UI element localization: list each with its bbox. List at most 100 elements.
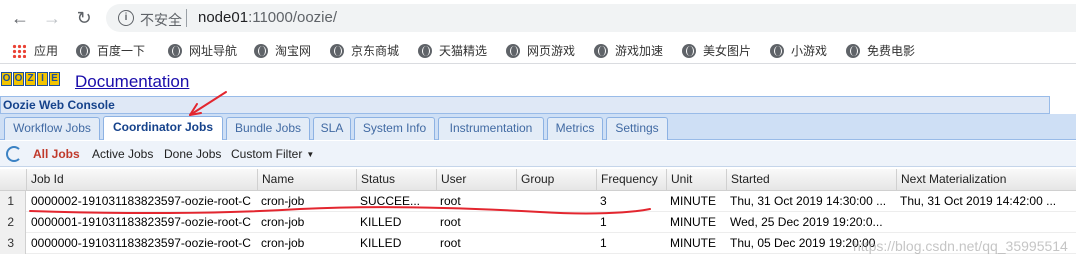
- all-jobs-button[interactable]: All Jobs: [33, 147, 80, 161]
- bookmark-taobao[interactable]: 淘宝网: [254, 42, 311, 59]
- cell-unit: MINUTE: [670, 215, 716, 229]
- tab-workflow-jobs[interactable]: Workflow Jobs: [4, 117, 100, 140]
- cell-unit: MINUTE: [670, 194, 716, 208]
- tab-settings[interactable]: Settings: [606, 117, 668, 140]
- cell-started: Wed, 25 Dec 2019 19:20:0...: [730, 215, 883, 229]
- cell-frequency: 1: [600, 236, 607, 250]
- cell-group: [516, 191, 596, 212]
- column-header-next-materialization[interactable]: Next Materialization: [896, 169, 1076, 191]
- security-label[interactable]: 不安全: [140, 10, 182, 30]
- globe-icon: [168, 44, 182, 58]
- back-arrow-icon[interactable]: ←: [8, 6, 32, 30]
- oozie-logo: O O Z I E: [1, 72, 61, 88]
- bookmark-label: 百度一下: [97, 44, 146, 58]
- column-header-frequency[interactable]: Frequency: [596, 169, 666, 191]
- logo-letter: Z: [25, 72, 36, 86]
- bookmark-baidu[interactable]: 百度一下: [76, 42, 145, 59]
- cell-user: root: [440, 194, 461, 208]
- cell-next-materialization: [896, 212, 1076, 233]
- url-input[interactable]: i 不安全 node01:11000/oozie/: [106, 4, 1076, 32]
- bookmark-hao[interactable]: 网址导航: [168, 42, 237, 59]
- cell-unit: MINUTE: [670, 236, 716, 250]
- cell-next-materialization: Thu, 31 Oct 2019 14:42:00 ...: [900, 194, 1057, 208]
- bookmarks-bar: 应用 百度一下 网址导航 淘宝网 京东商城 天猫精选 网页游戏 游戏加速 美女图…: [0, 36, 1076, 64]
- refresh-icon[interactable]: [6, 146, 22, 162]
- column-header-status[interactable]: Status: [356, 169, 436, 191]
- cell-job-id: 0000002-191031183823597-oozie-root-C: [31, 194, 251, 208]
- column-header-unit[interactable]: Unit: [666, 169, 726, 191]
- tab-instrumentation[interactable]: Instrumentation: [438, 117, 544, 140]
- bookmark-tmall[interactable]: 天猫精选: [418, 42, 487, 59]
- bookmark-minigames[interactable]: 小游戏: [770, 42, 827, 59]
- bookmark-label: 小游戏: [791, 44, 828, 58]
- console-title-bar: Oozie Web Console: [0, 96, 1050, 114]
- tab-system-info[interactable]: System Info: [354, 117, 435, 140]
- bookmark-apps[interactable]: 应用: [12, 42, 58, 59]
- logo-letter: E: [49, 72, 60, 86]
- chevron-down-icon: ▼: [306, 150, 315, 159]
- url-text[interactable]: node01:11000/oozie/: [198, 9, 337, 26]
- grid-header: Job Id Name Status User Group Frequency …: [0, 169, 1076, 191]
- bookmark-pictures[interactable]: 美女图片: [682, 42, 751, 59]
- bookmark-webgame[interactable]: 网页游戏: [506, 42, 575, 59]
- globe-icon: [770, 44, 784, 58]
- bookmark-movies[interactable]: 免费电影: [846, 42, 915, 59]
- bookmark-label: 美女图片: [703, 44, 752, 58]
- row-number: 3: [0, 233, 26, 254]
- cell-group: [516, 212, 596, 233]
- bookmark-label: 免费电影: [867, 44, 916, 58]
- cell-frequency: 3: [600, 194, 607, 208]
- bookmark-jd[interactable]: 京东商城: [330, 42, 399, 59]
- custom-filter-dropdown[interactable]: Custom Filter ▼: [231, 147, 314, 161]
- url-path: :11000/oozie/: [248, 9, 338, 26]
- watermark: https://blog.csdn.net/qq_35995514: [853, 238, 1068, 254]
- globe-icon: [846, 44, 860, 58]
- globe-icon: [418, 44, 432, 58]
- globe-icon: [254, 44, 268, 58]
- cell-frequency: 1: [600, 215, 607, 229]
- bookmark-label: 网页游戏: [527, 44, 576, 58]
- bookmark-label: 淘宝网: [275, 44, 312, 58]
- tab-metrics[interactable]: Metrics: [547, 117, 603, 140]
- row-number: 2: [0, 212, 26, 233]
- active-jobs-button[interactable]: Active Jobs: [92, 147, 153, 161]
- info-icon[interactable]: i: [118, 10, 134, 26]
- column-header-name[interactable]: Name: [257, 169, 356, 191]
- url-divider: [186, 9, 187, 27]
- cell-job-id: 0000001-191031183823597-oozie-root-C: [31, 215, 251, 229]
- tab-strip: Workflow Jobs Coordinator Jobs Bundle Jo…: [0, 114, 1076, 140]
- cell-name: cron-job: [261, 194, 305, 208]
- globe-icon: [76, 44, 90, 58]
- cell-name: cron-job: [261, 236, 305, 250]
- documentation-link[interactable]: Documentation: [75, 72, 189, 92]
- column-header-job-id[interactable]: Job Id: [26, 169, 257, 191]
- cell-status: SUCCEE...: [360, 194, 421, 208]
- table-row[interactable]: 1 0000002-191031183823597-oozie-root-C c…: [0, 191, 1076, 212]
- globe-icon: [506, 44, 520, 58]
- cell-name: cron-job: [261, 215, 305, 229]
- column-header-user[interactable]: User: [436, 169, 516, 191]
- bookmark-label: 游戏加速: [615, 44, 664, 58]
- globe-icon: [682, 44, 696, 58]
- cell-job-id: 0000000-191031183823597-oozie-root-C: [31, 236, 251, 250]
- tab-coordinator-jobs[interactable]: Coordinator Jobs: [103, 116, 223, 140]
- cell-status: KILLED: [360, 215, 402, 229]
- column-header-started[interactable]: Started: [726, 169, 896, 191]
- browser-address-bar: ← → ↻ i 不安全 node01:11000/oozie/: [0, 0, 1076, 36]
- cell-user: root: [440, 215, 461, 229]
- row-number: 1: [0, 191, 26, 212]
- globe-icon: [594, 44, 608, 58]
- done-jobs-button[interactable]: Done Jobs: [164, 147, 221, 161]
- forward-arrow-icon[interactable]: →: [40, 6, 64, 30]
- bookmark-accelerator[interactable]: 游戏加速: [594, 42, 663, 59]
- tab-sla[interactable]: SLA: [313, 117, 351, 140]
- url-host: node01: [198, 9, 249, 26]
- reload-icon[interactable]: ↻: [72, 6, 96, 30]
- table-row[interactable]: 2 0000001-191031183823597-oozie-root-C c…: [0, 212, 1076, 233]
- tab-bundle-jobs[interactable]: Bundle Jobs: [226, 117, 310, 140]
- bookmark-label: 网址导航: [189, 44, 238, 58]
- logo-letter: O: [1, 72, 12, 86]
- bookmark-label: 应用: [34, 44, 59, 58]
- column-header-group[interactable]: Group: [516, 169, 596, 191]
- cell-status: KILLED: [360, 236, 402, 250]
